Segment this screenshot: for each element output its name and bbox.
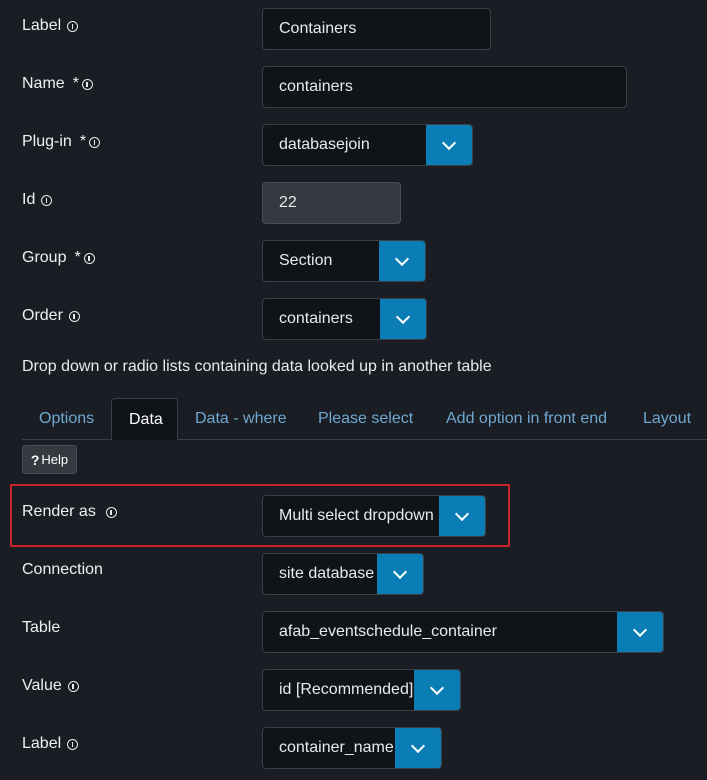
order-label: Order — [22, 307, 80, 325]
dropdown-button[interactable] — [380, 299, 426, 339]
dropdown-button[interactable] — [439, 496, 485, 536]
table-text: Table — [22, 619, 61, 636]
dropdown-button[interactable] — [395, 728, 441, 768]
label-label: Label — [22, 17, 79, 35]
connection-value: site database — [279, 565, 375, 582]
chevron-down-icon — [454, 506, 470, 522]
id-label: Id — [22, 191, 53, 209]
label-column-label: Label — [22, 735, 79, 753]
required-marker: * — [72, 75, 79, 92]
group-value: Section — [279, 252, 333, 269]
info-icon[interactable] — [89, 136, 101, 148]
table-select[interactable]: afab_eventschedule_container — [262, 611, 664, 653]
chevron-down-icon — [429, 680, 445, 696]
id-input: 22 — [262, 182, 401, 224]
value-select[interactable]: id [Recommended] — [262, 669, 461, 711]
name-text: Name — [22, 75, 65, 92]
render-as-text: Render as — [22, 503, 96, 520]
tab-please-select[interactable]: Please select — [301, 398, 430, 440]
info-icon[interactable] — [68, 310, 80, 322]
label-input[interactable]: Containers — [262, 8, 491, 50]
required-marker: * — [79, 133, 87, 150]
dropdown-button[interactable] — [379, 241, 425, 281]
question-icon: ? — [30, 451, 40, 468]
chevron-down-icon — [395, 309, 411, 325]
order-select[interactable]: containers — [262, 298, 427, 340]
order-value: containers — [279, 310, 353, 327]
plugin-value: databasejoin — [279, 136, 370, 153]
info-icon[interactable] — [67, 20, 79, 32]
id-text: Id — [22, 191, 36, 208]
chevron-down-icon — [441, 135, 457, 151]
dropdown-button[interactable] — [617, 612, 663, 652]
tab-data-where[interactable]: Data - where — [178, 398, 304, 440]
plugin-description: Drop down or radio lists containing data… — [22, 358, 492, 375]
render-as-select[interactable]: Multi select dropdown — [262, 495, 486, 537]
chevron-down-icon — [394, 251, 410, 267]
connection-text: Connection — [22, 561, 103, 578]
value-text: Value — [22, 677, 62, 694]
info-icon[interactable] — [83, 252, 95, 264]
chevron-down-icon — [392, 564, 408, 580]
dropdown-button[interactable] — [377, 554, 423, 594]
label-column-text: Label — [22, 735, 62, 752]
plugin-text: Plug-in — [22, 133, 72, 150]
group-text: Group — [22, 249, 67, 266]
info-icon[interactable] — [81, 78, 93, 90]
value-value: id [Recommended] — [279, 681, 414, 698]
info-icon[interactable] — [41, 194, 53, 206]
table-value: afab_eventschedule_container — [279, 623, 497, 640]
render-as-value: Multi select dropdown — [279, 507, 434, 524]
dropdown-button[interactable] — [426, 125, 472, 165]
order-text: Order — [22, 307, 63, 324]
chevron-down-icon — [632, 622, 648, 638]
render-as-label: Render as — [22, 503, 117, 521]
label-text: Label — [22, 17, 62, 34]
name-label: Name * — [22, 75, 93, 93]
info-icon[interactable] — [105, 506, 117, 518]
tab-options[interactable]: Options — [22, 398, 111, 440]
group-label: Group * — [22, 249, 95, 267]
chevron-down-icon — [410, 738, 426, 754]
plugin-select[interactable]: databasejoin — [262, 124, 473, 166]
required-marker: * — [74, 249, 81, 266]
help-label: Help — [41, 452, 69, 467]
tab-add-option-front-end[interactable]: Add option in front end — [429, 398, 624, 440]
tab-data[interactable]: Data — [111, 398, 178, 440]
dropdown-button[interactable] — [414, 670, 460, 710]
help-button[interactable]: ? Help — [22, 445, 77, 474]
connection-select[interactable]: site database — [262, 553, 424, 595]
label-column-select[interactable]: container_name — [262, 727, 442, 769]
value-label: Value — [22, 677, 79, 695]
group-select[interactable]: Section — [262, 240, 426, 282]
plugin-label: Plug-in * — [22, 133, 101, 151]
name-input[interactable]: containers — [262, 66, 627, 108]
tab-bar: Options Data Data - where Please select … — [22, 398, 707, 440]
info-icon[interactable] — [67, 738, 79, 750]
table-label: Table — [22, 619, 60, 637]
tab-layout[interactable]: Layout — [626, 398, 707, 440]
info-icon[interactable] — [67, 680, 79, 692]
label-column-value: container_name — [279, 739, 394, 756]
connection-label: Connection — [22, 561, 103, 579]
